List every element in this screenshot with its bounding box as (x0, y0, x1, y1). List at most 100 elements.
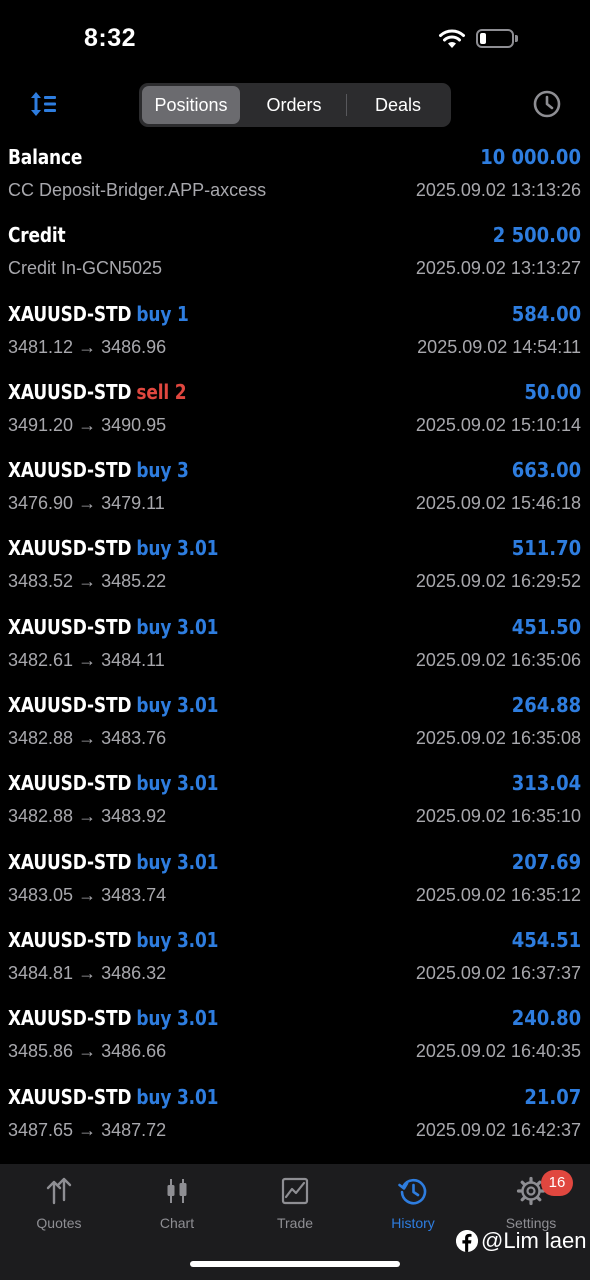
row-subtitle: 3487.65 → 3487.72 (8, 1119, 167, 1140)
history-row[interactable]: Balance 10 000.00 CC Deposit-Bridger.APP-a… (0, 140, 590, 218)
segmented-control: Positions Orders Deals (139, 83, 451, 127)
row-title: XAUUSD-STD buy 3.01 (8, 850, 218, 874)
row-subtitle: 3491.20 → 3490.95 (8, 414, 167, 435)
tab-history[interactable]: History (354, 1164, 472, 1244)
row-amount: 264.88 (511, 693, 581, 718)
history-row[interactable]: XAUUSD-STD buy 3.01 451.50 3482.61 → 3484.1… (0, 610, 590, 688)
tab-label: History (391, 1215, 435, 1231)
row-side: buy 3.01 (136, 771, 219, 796)
status-bar: 8:32 (0, 0, 590, 80)
row-subtitle: 3481.12 → 3486.96 (8, 336, 167, 357)
row-side: buy 3.01 (136, 1084, 219, 1109)
row-subtitle: 3482.61 → 3484.11 (8, 649, 165, 670)
row-symbol: XAUUSD-STD (8, 693, 132, 718)
row-title: XAUUSD-STD buy 3.01 (8, 693, 218, 717)
row-amount: 663.00 (511, 458, 581, 483)
row-title: XAUUSD-STD sell 2 (8, 379, 187, 404)
history-row[interactable]: XAUUSD-STD buy 3.01 264.88 3482.88 → 3483.7… (0, 688, 590, 766)
row-title: XAUUSD-STD buy 3.01 (8, 771, 218, 795)
history-list: Balance 10 000.00 CC Deposit-Bridger.APP-a… (0, 140, 590, 1158)
segment-orders[interactable]: Orders (243, 86, 345, 124)
row-side: buy 3.01 (136, 849, 219, 874)
row-amount: 451.50 (511, 614, 581, 639)
row-side: buy 3.01 (136, 1006, 219, 1031)
history-row[interactable]: XAUUSD-STD buy 3.01 511.70 3483.52 → 3485.2… (0, 531, 590, 609)
history-row[interactable]: XAUUSD-STD buy 3.01 207.69 3483.05 → 3483.7… (0, 845, 590, 923)
row-amount: 50.00 (524, 379, 581, 404)
segment-divider (346, 94, 347, 116)
tab-label: Trade (276, 1215, 314, 1231)
row-amount: 207.69 (511, 849, 581, 874)
row-subtitle: 3484.81 → 3486.32 (8, 962, 167, 983)
history-row[interactable]: Credit 2 500.00 Credit In-GCN5025 2025.09.0… (0, 218, 590, 296)
row-subtitle: 3483.52 → 3485.22 (8, 571, 167, 592)
row-title: Credit (8, 223, 66, 247)
history-row[interactable]: XAUUSD-STD buy 1 584.00 3481.12 → 3486.96 20… (0, 297, 590, 375)
row-time: 2025.09.02 16:37:37 (415, 962, 581, 983)
battery-icon (476, 29, 514, 48)
home-indicator (190, 1261, 400, 1267)
row-title: Balance (8, 145, 82, 169)
history-row[interactable]: XAUUSD-STD buy 3.01 240.80 3485.86 → 3486.6… (0, 1001, 590, 1079)
row-subtitle: CC Deposit-Bridger.APP-axcess (8, 180, 267, 200)
battery-level (480, 33, 486, 44)
row-symbol: XAUUSD-STD (8, 458, 132, 483)
row-title: XAUUSD-STD buy 3.01 (8, 928, 218, 952)
clock-icon[interactable] (531, 88, 563, 120)
row-side: buy 3.01 (136, 693, 219, 718)
row-time: 2025.09.02 15:46:18 (415, 493, 581, 514)
tab-trade[interactable]: Trade (236, 1164, 354, 1244)
row-time: 2025.09.02 16:35:10 (415, 806, 581, 827)
tab-label: Chart (159, 1215, 195, 1231)
history-row[interactable]: XAUUSD-STD buy 3.01 454.51 3484.81 → 3486.3… (0, 923, 590, 1001)
history-icon (398, 1178, 427, 1205)
row-subtitle: 3482.88 → 3483.92 (8, 806, 167, 827)
row-time: 2025.09.02 16:40:35 (415, 1041, 581, 1062)
row-subtitle: 3483.05 → 3483.74 (8, 884, 167, 905)
history-row[interactable]: XAUUSD-STD buy 3.01 313.04 3482.88 → 3483.9… (0, 766, 590, 844)
row-time: 2025.09.02 16:35:06 (415, 649, 581, 670)
watermark-text: @Lim laen (481, 1228, 587, 1253)
row-amount: 21.07 (524, 1084, 581, 1109)
chart-icon (167, 1179, 187, 1203)
row-time: 2025.09.02 14:54:11 (417, 336, 581, 357)
history-row[interactable]: XAUUSD-STD buy 3 663.00 3476.90 → 3479.11 20… (0, 453, 590, 531)
row-time: 2025.09.02 13:13:27 (415, 258, 581, 279)
history-row[interactable]: XAUUSD-STD buy 3.01 21.07 3487.65 → 3487.72… (0, 1080, 590, 1158)
segment-positions[interactable]: Positions (142, 86, 240, 124)
row-time: 2025.09.02 13:13:26 (415, 180, 581, 200)
sort-icon[interactable] (28, 88, 60, 120)
status-time: 8:32 (84, 24, 137, 52)
row-symbol: XAUUSD-STD (8, 614, 132, 639)
settings-badge: 16 (541, 1170, 573, 1196)
row-symbol: XAUUSD-STD (8, 301, 132, 326)
row-amount: 240.80 (511, 1006, 581, 1031)
segment-deals[interactable]: Deals (348, 86, 448, 124)
row-time: 2025.09.02 15:10:14 (415, 414, 581, 435)
row-subtitle: 3476.90 → 3479.11 (8, 493, 165, 514)
row-side: buy 1 (136, 301, 189, 326)
row-title: XAUUSD-STD buy 3 (8, 458, 189, 482)
tab-quotes[interactable]: Quotes (0, 1164, 118, 1244)
row-amount: 10 000.00 (480, 145, 581, 169)
row-symbol: XAUUSD-STD (8, 771, 132, 796)
row-side: buy 3 (136, 458, 189, 483)
tab-chart[interactable]: Chart (118, 1164, 236, 1244)
row-side: buy 3.01 (136, 536, 219, 561)
row-amount: 584.00 (511, 301, 581, 326)
quotes-icon (46, 1177, 72, 1205)
row-time: 2025.09.02 16:29:52 (415, 571, 581, 592)
wifi-icon (439, 29, 465, 48)
battery-cap (515, 35, 518, 42)
trade-icon (281, 1177, 309, 1205)
row-symbol: XAUUSD-STD (8, 849, 132, 874)
row-side: sell 2 (136, 379, 187, 404)
row-subtitle: 3485.86 → 3486.66 (8, 1041, 167, 1062)
history-row[interactable]: XAUUSD-STD sell 2 50.00 3491.20 → 3490.95 20… (0, 375, 590, 453)
facebook-icon (456, 1230, 478, 1252)
row-amount: 2 500.00 (492, 223, 581, 248)
row-symbol: XAUUSD-STD (8, 379, 132, 404)
row-side: buy 3.01 (136, 614, 219, 639)
row-symbol: XAUUSD-STD (8, 1084, 132, 1109)
row-subtitle: 3482.88 → 3483.76 (8, 728, 167, 749)
